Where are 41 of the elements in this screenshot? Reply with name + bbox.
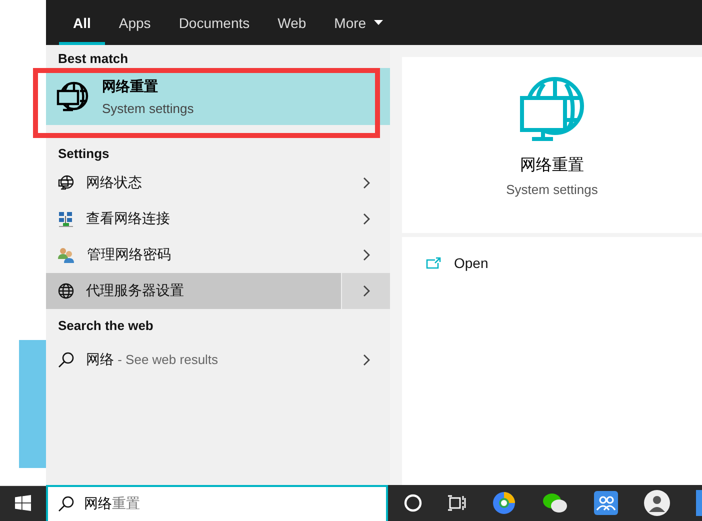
tab[interactable]: Apps bbox=[104, 0, 165, 45]
tab[interactable]: Web bbox=[264, 0, 320, 45]
taskbar-search-field[interactable]: 网络重置 bbox=[46, 485, 388, 521]
settings-item[interactable]: 管理网络密码 bbox=[46, 237, 342, 273]
users-icon bbox=[58, 247, 75, 263]
settings-item[interactable]: 网络状态 bbox=[46, 165, 342, 201]
best-match-item[interactable]: 网络重置 System settings bbox=[46, 68, 390, 125]
chevron-right-icon bbox=[362, 285, 370, 297]
tab[interactable]: More bbox=[320, 0, 398, 45]
search-icon bbox=[58, 352, 74, 368]
open-icon bbox=[426, 257, 441, 269]
people-app-icon[interactable] bbox=[594, 491, 618, 515]
chevron-right-icon bbox=[362, 249, 370, 261]
section-heading: Settings bbox=[57, 145, 110, 163]
chevron-right-icon bbox=[362, 213, 370, 225]
chevron-right-icon bbox=[362, 177, 370, 189]
windows-logo-icon bbox=[15, 495, 31, 511]
globe-monitor-icon bbox=[58, 175, 74, 191]
avatar-icon[interactable] bbox=[644, 490, 670, 516]
globe-icon bbox=[58, 283, 74, 299]
open-action[interactable]: Open bbox=[402, 255, 488, 271]
chevron-right-icon bbox=[362, 354, 370, 366]
caret-icon bbox=[374, 20, 384, 25]
globe-monitor-icon bbox=[56, 80, 90, 112]
settings-item[interactable]: 代理服务器设置 bbox=[46, 273, 341, 309]
search-icon bbox=[58, 496, 74, 512]
globe-monitor-icon bbox=[520, 76, 584, 142]
result-title: 网络重置 bbox=[102, 78, 159, 96]
cortana-icon[interactable] bbox=[404, 494, 422, 512]
preview-title: 网络重置 bbox=[520, 156, 584, 176]
section-heading: Best match bbox=[57, 50, 130, 68]
browser-icon[interactable] bbox=[492, 491, 516, 515]
chat-icon[interactable] bbox=[542, 492, 568, 514]
task-view-icon[interactable] bbox=[448, 495, 466, 511]
tab[interactable]: Documents bbox=[164, 0, 264, 45]
web-result-item[interactable]: 网络 - See web results bbox=[46, 342, 342, 378]
preview-subtitle: System settings bbox=[506, 182, 598, 197]
network-icon bbox=[58, 211, 74, 227]
result-subtitle: System settings bbox=[102, 100, 194, 116]
settings-item[interactable]: 查看网络连接 bbox=[46, 201, 342, 237]
section-heading: Search the web bbox=[57, 317, 154, 335]
